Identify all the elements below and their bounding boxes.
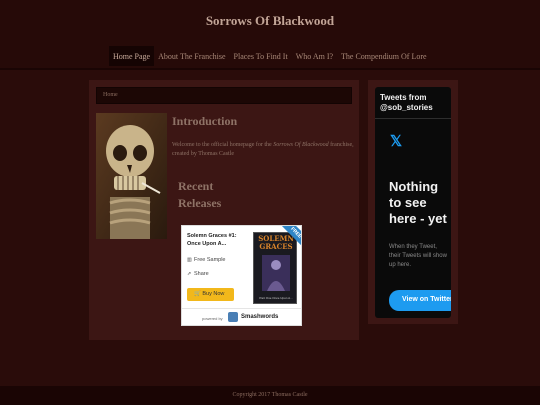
site-title[interactable]: Sorrows Of Blackwood (0, 13, 540, 29)
breadcrumb: Home (96, 87, 352, 104)
smashwords-book-widget: Solemn Graces #1: Once Upon A... ▥ Free S… (181, 225, 302, 326)
powered-by-label: powered by (202, 316, 223, 321)
nav-item-places-to-find-it[interactable]: Places To Find It (230, 46, 292, 66)
smashwords-logo[interactable]: Smashwords (228, 312, 278, 322)
x-logo-icon: 𝕏 (390, 133, 403, 150)
nav-item-about-the-franchise[interactable]: About The Franchise (154, 46, 229, 66)
main-nav: Home Page About The Franchise Places To … (109, 46, 431, 66)
skull-painting-image (96, 113, 167, 239)
nav-item-who-am-i[interactable]: Who Am I? (292, 46, 337, 66)
buy-now-button[interactable]: 🛒 Buy Now (187, 288, 234, 301)
book-cover-image[interactable]: SOLEMN GRACES Part One Once Upon A... (253, 232, 297, 304)
free-sample-link[interactable]: ▥ Free Sample (187, 257, 226, 263)
recent-releases-heading: Recent Releases (178, 179, 222, 210)
view-on-twitter-button[interactable]: View on Twitter (389, 290, 451, 311)
twitter-divider (375, 118, 451, 119)
site-header: Sorrows Of Blackwood Home Page About The… (0, 0, 540, 70)
intro-heading: Introduction (172, 114, 238, 128)
smashwords-mark-icon (228, 312, 238, 322)
nav-item-compendium-of-lore[interactable]: The Compendium Of Lore (337, 46, 431, 66)
book-title-link[interactable]: Solemn Graces #1: Once Upon A... (187, 232, 249, 248)
twitter-timeline-header[interactable]: Tweets from @sob_stories (380, 93, 446, 113)
widget-divider (182, 308, 301, 309)
sidebar: Tweets from @sob_stories 𝕏 Nothing to se… (368, 80, 458, 324)
nav-item-home-page[interactable]: Home Page (109, 46, 155, 66)
share-link[interactable]: ⇗ Share (187, 271, 209, 277)
twitter-timeline-embed: Tweets from @sob_stories 𝕏 Nothing to se… (375, 87, 451, 318)
site-footer: Copyright 2017 Thomas Castle (0, 386, 540, 405)
book-icon: ▥ (187, 257, 192, 263)
share-icon: ⇗ (187, 271, 192, 277)
intro-paragraph: Welcome to the official homepage for the… (172, 142, 354, 157)
copyright-text: Copyright 2017 Thomas Castle (232, 392, 308, 398)
cover-figure-icon (262, 255, 290, 291)
franchise-name: Sorrows Of Blackwood (273, 142, 329, 148)
breadcrumb-home-link[interactable]: Home (103, 92, 118, 98)
cart-icon: 🛒 (194, 291, 201, 297)
twitter-empty-title: Nothing to see here - yet (389, 179, 447, 226)
twitter-empty-text: When they Tweet, their Tweets will show … (389, 244, 447, 268)
main-content: Home Introduction Welcome to the officia… (89, 80, 359, 340)
